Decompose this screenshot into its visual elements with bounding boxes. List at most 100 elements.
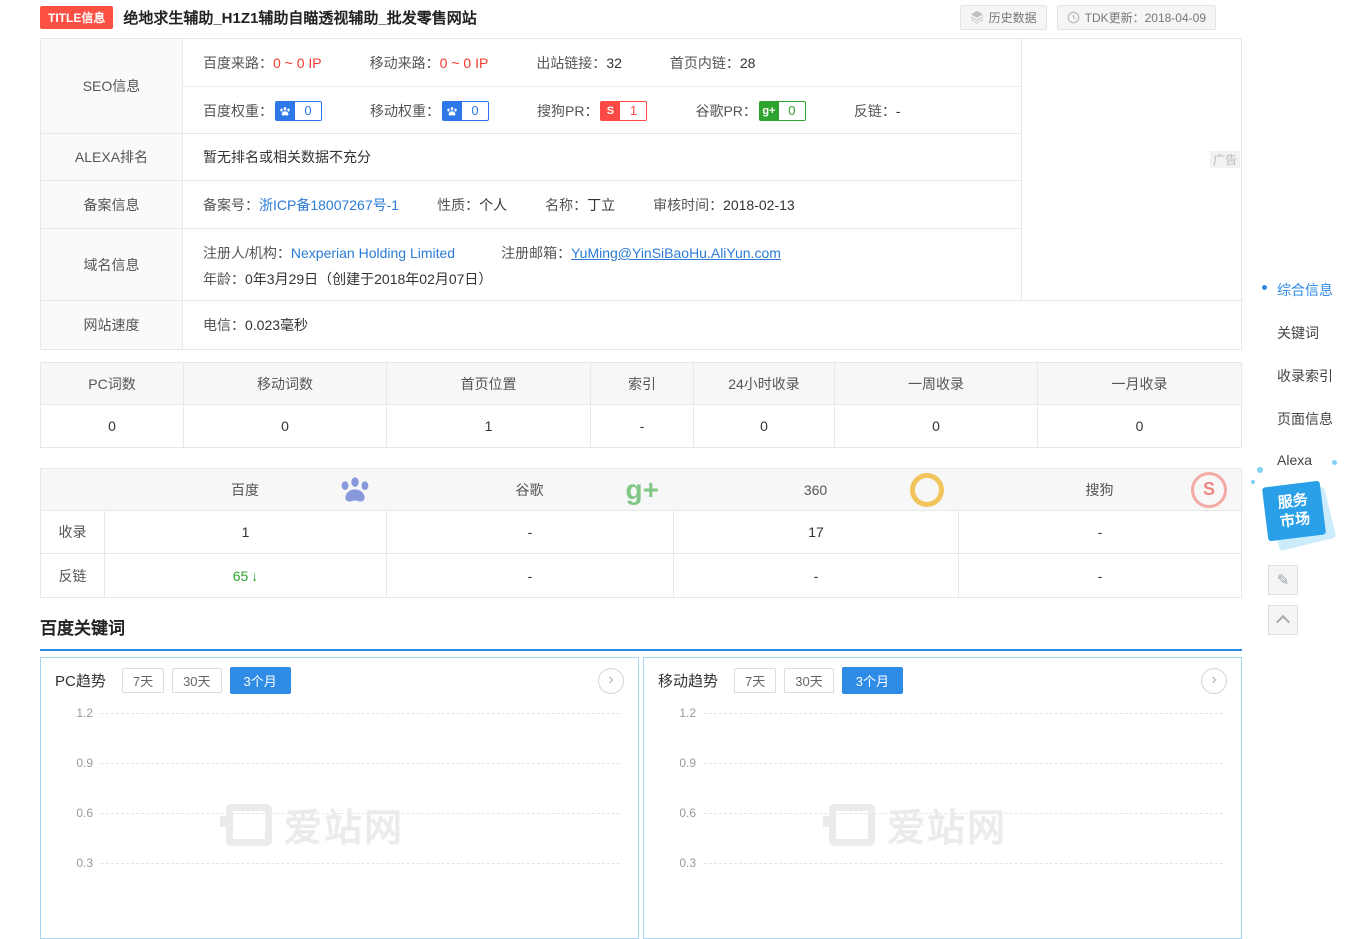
stats-value-cell: 1	[386, 405, 590, 447]
google-plus-icon: g+	[759, 101, 779, 121]
mobile-weight-badge[interactable]: 0	[442, 101, 489, 121]
seo-info-row-label: SEO信息	[41, 39, 183, 134]
engine-header-360: 360	[673, 469, 958, 511]
registrant-email-link[interactable]: YuMing@YinSiBaoHu.AliYun.com	[571, 245, 781, 261]
field-value: -	[896, 103, 901, 119]
engine-value-cell: 1	[104, 511, 386, 554]
domain-row-label: 域名信息	[41, 229, 183, 301]
chevron-up-icon	[1276, 614, 1290, 628]
tab-7days[interactable]: 7天	[122, 668, 164, 693]
domain-registrant-line: 注册人/机构： Nexperian Holding Limited 注册邮箱： …	[203, 240, 1021, 266]
tab-3months[interactable]: 3个月	[842, 667, 903, 694]
y-tick: 0.9	[51, 756, 93, 770]
home-inlinks-field: 首页内链： 28	[670, 53, 756, 73]
field-value: 丁立	[587, 195, 615, 215]
row-label-fanlian: 反链	[41, 554, 104, 597]
icp-number-field: 备案号： 浙ICP备18007267号-1	[203, 195, 399, 215]
alexa-content: 暂无排名或相关数据不充分	[183, 134, 1021, 181]
field-key: 移动来路：	[370, 53, 440, 73]
tab-3months[interactable]: 3个月	[230, 667, 291, 694]
field-key: 首页内链：	[670, 53, 740, 73]
tab-30days[interactable]: 30天	[172, 668, 221, 693]
nav-item-label: 综合信息	[1277, 282, 1333, 298]
page-title: 绝地求生辅助_H1Z1辅助自瞄透视辅助_批发零售网站	[123, 7, 476, 28]
engine-header-empty	[41, 469, 104, 511]
baidu-paw-icon	[275, 101, 295, 121]
google-pr-badge[interactable]: g+ 0	[759, 101, 806, 121]
engine-value-cell: -	[673, 554, 958, 597]
pencil-icon: ✎	[1277, 571, 1290, 589]
chevron-right-button[interactable]: ›	[1201, 668, 1227, 694]
stats-value-cell: -	[590, 405, 693, 447]
seo-weight-line: 百度权重： 0 移动权重： 0 搜狗PR： S	[183, 87, 1021, 134]
pc-trend-panel: PC趋势 7天 30天 3个月 › 1.2 0.9 0.6 0.3	[40, 657, 639, 939]
nav-item-alexa[interactable]: Alexa	[1262, 452, 1333, 468]
stats-value-cell: 0	[183, 405, 386, 447]
sogou-pr-field: 搜狗PR： S 1	[537, 101, 647, 121]
section-title: 百度关键词	[40, 614, 1242, 639]
field-key: 电信：	[203, 315, 245, 335]
field-key: 移动权重：	[370, 101, 440, 121]
watermark-text: 爱站网	[887, 797, 1007, 852]
gridline	[101, 863, 620, 864]
pc-trend-tabs: 7天 30天 3个月	[122, 667, 291, 694]
title-bar: TITLE信息 绝地求生辅助_H1Z1辅助自瞄透视辅助_批发零售网站 历史数据 …	[40, 2, 1242, 32]
engine-name: 360	[804, 482, 827, 498]
telecom-speed-field: 电信： 0.023毫秒	[203, 315, 308, 335]
tab-30days[interactable]: 30天	[784, 668, 833, 693]
mobile-trend-panel: 移动趋势 7天 30天 3个月 › 1.2 0.9 0.6 0.3	[643, 657, 1242, 939]
backlinks-count: 65	[233, 568, 249, 584]
icp-name-field: 名称： 丁立	[545, 195, 615, 215]
field-value: 2018-02-13	[723, 197, 795, 213]
mobile-trend-header: 移动趋势 7天 30天 3个月 ›	[644, 658, 1241, 699]
y-tick: 0.3	[51, 856, 93, 870]
field-value: 0 ~ 0 IP	[273, 55, 322, 71]
back-to-top-button[interactable]	[1268, 605, 1298, 635]
layers-icon	[970, 10, 984, 24]
pc-trend-label: PC趋势	[55, 670, 106, 691]
nav-item-label: 收录索引	[1277, 368, 1333, 384]
registrant-link[interactable]: Nexperian Holding Limited	[291, 245, 455, 261]
pc-trend-header: PC趋势 7天 30天 3个月 ›	[41, 658, 638, 699]
service-market-badge[interactable]: 服务 市场	[1262, 480, 1342, 552]
tdk-update-button[interactable]: TDK更新：2018-04-09	[1057, 5, 1216, 30]
sogou-pr-badge[interactable]: S 1	[600, 101, 647, 121]
history-data-button[interactable]: 历史数据	[960, 5, 1047, 30]
nav-item-label: 关键词	[1277, 325, 1319, 341]
alexa-value: 暂无排名或相关数据不充分	[203, 147, 371, 167]
google-pr-field: 谷歌PR： g+ 0	[695, 101, 805, 121]
history-data-label: 历史数据	[989, 9, 1037, 26]
icp-content: 备案号： 浙ICP备18007267号-1 性质： 个人 名称： 丁立 审核时间…	[183, 181, 1021, 229]
outbound-links-field: 出站链接： 32	[536, 53, 622, 73]
engine-value-cell: 17	[673, 511, 958, 554]
baidu-weight-field: 百度权重： 0	[203, 101, 322, 121]
chevron-right-button[interactable]: ›	[598, 668, 624, 694]
deco-dot	[1251, 480, 1255, 484]
sogou-pr-value: 1	[620, 101, 647, 121]
y-tick: 1.2	[654, 706, 696, 720]
field-key: 百度权重：	[203, 101, 273, 121]
feedback-button[interactable]: ✎	[1268, 565, 1298, 595]
baidu-traffic-field: 百度来路： 0 ~ 0 IP	[203, 53, 322, 73]
row-label-shoulu: 收录	[41, 511, 104, 554]
stats-value-cell: 0	[41, 405, 183, 447]
stats-header-cell: 一月收录	[1037, 363, 1241, 405]
nav-item-overview[interactable]: 综合信息	[1262, 280, 1333, 300]
stats-header-cell: 首页位置	[386, 363, 590, 405]
speed-content: 电信： 0.023毫秒	[183, 301, 1243, 349]
nav-item-index[interactable]: 收录索引	[1262, 366, 1333, 386]
engine-value-cell: -	[958, 511, 1241, 554]
baidu-weight-badge[interactable]: 0	[275, 101, 322, 121]
tab-7days[interactable]: 7天	[734, 668, 776, 693]
gridline	[704, 763, 1223, 764]
title-info-badge: TITLE信息	[40, 6, 113, 29]
google-plus-icon: g+	[626, 474, 659, 506]
watermark-text: 爱站网	[284, 797, 404, 852]
icp-row-label: 备案信息	[41, 181, 183, 229]
icp-number-link[interactable]: 浙ICP备18007267号-1	[259, 195, 399, 215]
mobile-trend-label: 移动趋势	[658, 670, 718, 691]
aizhan-logo-icon	[226, 804, 272, 846]
nav-item-keywords[interactable]: 关键词	[1262, 323, 1333, 343]
360-ring-icon	[910, 473, 944, 507]
nav-item-pageinfo[interactable]: 页面信息	[1262, 409, 1333, 429]
